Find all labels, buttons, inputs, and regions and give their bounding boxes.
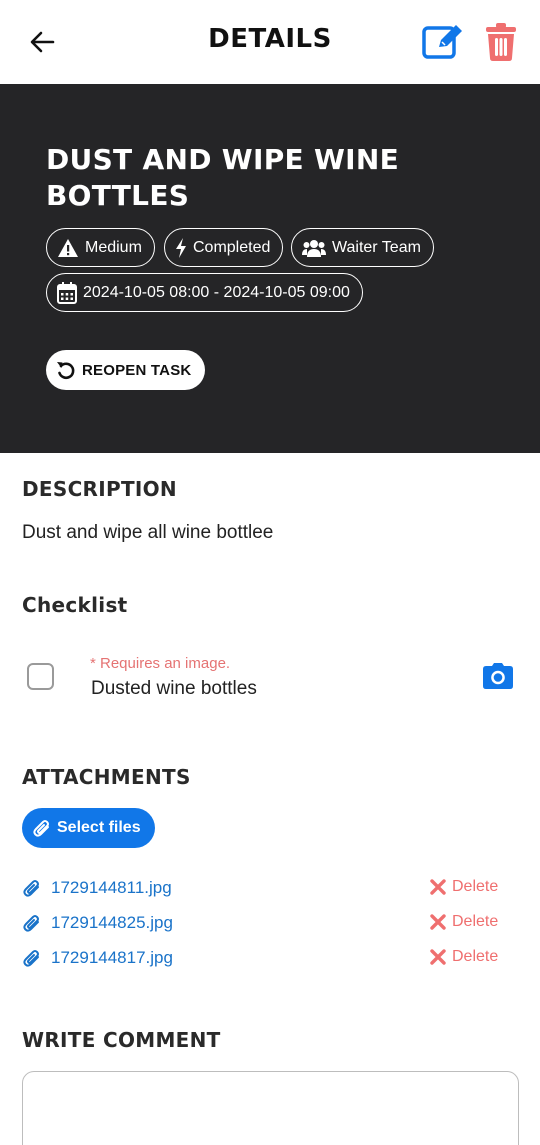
delete-attachment-label: Delete <box>452 913 499 930</box>
date-range-chip: 2024-10-05 08:00 - 2024-10-05 09:00 <box>46 273 363 312</box>
task-title: DUST AND WIPE WINE BOTTLES <box>46 143 400 212</box>
priority-chip: Medium <box>46 228 155 267</box>
write-comment-heading: WRITE COMMENT <box>22 1028 221 1052</box>
priority-label: Medium <box>85 238 142 256</box>
team-chip: Waiter Team <box>291 228 434 267</box>
paperclip-icon <box>23 880 39 897</box>
checklist-item: * Requires an image. Dusted wine bottles <box>0 648 540 708</box>
status-label: Completed <box>193 238 271 256</box>
undo-icon <box>57 362 75 380</box>
team-label: Waiter Team <box>332 238 421 256</box>
paperclip-icon <box>23 915 39 932</box>
attachment-row: 1729144817.jpg Delete <box>0 944 540 974</box>
reopen-task-button[interactable]: REOPEN TASK <box>46 350 206 390</box>
camera-icon <box>483 663 513 689</box>
checklist-image-required-note: * Requires an image. <box>90 655 231 672</box>
attachment-row: 1729144825.jpg Delete <box>0 909 540 939</box>
app-header: DETAILS <box>0 0 540 84</box>
reopen-task-label: REOPEN TASK <box>82 361 192 379</box>
attachment-link[interactable]: 1729144825.jpg <box>51 913 173 933</box>
close-x-icon <box>430 949 446 965</box>
edit-button[interactable] <box>420 20 466 62</box>
description-heading: DESCRIPTION <box>22 477 177 501</box>
task-hero: DUST AND WIPE WINE BOTTLES Medium Comple… <box>0 84 540 453</box>
calendar-icon <box>57 281 77 304</box>
checklist-checkbox[interactable] <box>27 663 54 690</box>
status-chip: Completed <box>164 228 284 267</box>
users-icon <box>302 239 326 257</box>
description-text: Dust and wipe all wine bottlee <box>22 522 274 543</box>
delete-attachment-label: Delete <box>452 878 499 895</box>
trash-icon <box>486 23 516 61</box>
checklist-item-label: Dusted wine bottles <box>91 678 257 699</box>
paperclip-icon <box>23 950 39 967</box>
close-x-icon <box>430 879 446 895</box>
camera-button[interactable] <box>481 661 515 691</box>
delete-attachment-button[interactable]: Delete <box>430 878 498 896</box>
paperclip-icon <box>33 820 49 837</box>
attachment-link[interactable]: 1729144817.jpg <box>51 948 173 968</box>
comment-textarea[interactable] <box>22 1071 519 1145</box>
select-files-label: Select files <box>57 819 141 836</box>
bolt-icon <box>176 237 186 258</box>
checklist-heading: Checklist <box>22 593 128 617</box>
delete-attachment-label: Delete <box>452 948 499 965</box>
select-files-button[interactable]: Select files <box>22 808 155 848</box>
date-range-label: 2024-10-05 08:00 - 2024-10-05 09:00 <box>83 283 350 301</box>
edit-icon <box>422 25 462 59</box>
delete-attachment-button[interactable]: Delete <box>430 948 498 966</box>
attachment-link[interactable]: 1729144811.jpg <box>51 878 172 898</box>
delete-task-button[interactable] <box>482 20 520 64</box>
warning-icon <box>58 238 78 257</box>
attachment-row: 1729144811.jpg Delete <box>0 874 540 904</box>
close-x-icon <box>430 914 446 930</box>
attachments-heading: ATTACHMENTS <box>22 765 191 789</box>
delete-attachment-button[interactable]: Delete <box>430 913 498 931</box>
